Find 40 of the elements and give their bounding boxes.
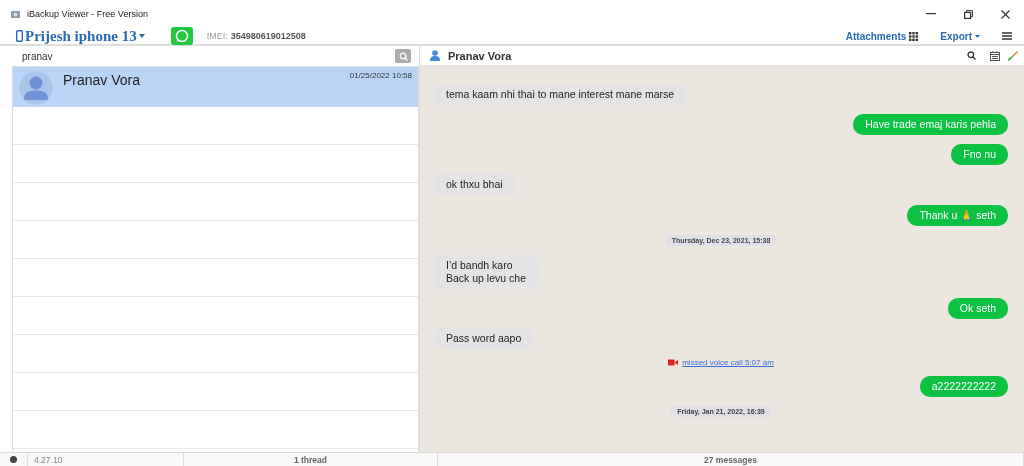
caret-icon	[138, 34, 145, 38]
minimize-icon[interactable]	[926, 13, 936, 15]
close-icon[interactable]	[1001, 9, 1010, 19]
search-icon[interactable]	[967, 51, 976, 60]
status-dot-icon	[10, 456, 17, 463]
chat-contact-name: Pranav Vora	[448, 49, 513, 62]
thread-time: 01/25/2022 10:58	[349, 71, 412, 80]
incoming-message: ok thxu bhai	[434, 174, 515, 196]
outgoing-message: Have trade emaj karis pehla	[853, 114, 1008, 136]
thread-item[interactable]: Pranav Vora 01/25/2022 10:58	[13, 67, 418, 107]
calendar-icon[interactable]	[990, 50, 1000, 61]
app-icon	[10, 8, 21, 20]
contact-name: Pranav Vora	[63, 71, 142, 88]
restore-icon[interactable]	[964, 9, 973, 19]
avatar-icon	[19, 71, 53, 105]
caret-icon	[975, 34, 980, 38]
incoming-message: Pass word aapo	[434, 328, 534, 350]
search-icon	[398, 51, 408, 61]
outgoing-message: Fno nu	[951, 144, 1008, 166]
message-count: 27 messages	[704, 454, 757, 465]
person-icon	[430, 50, 440, 61]
outgoing-message: a2222222222	[919, 376, 1008, 398]
phone-icon	[16, 30, 23, 42]
menu-icon[interactable]	[1002, 32, 1012, 40]
thread-count: 1 thread	[293, 454, 328, 465]
imei-value: 354980619012508	[230, 31, 306, 41]
outgoing-message: Ok seth	[947, 297, 1008, 319]
version-label: 4.27.10	[34, 454, 63, 465]
export-button[interactable]: Export	[940, 30, 980, 42]
grid-icon	[909, 31, 919, 41]
incoming-message: I’d bandh karo Back up levu che	[434, 254, 538, 289]
incoming-message: tema kaam nhi thai to mane interest mane marse	[434, 84, 687, 106]
brush-icon[interactable]	[1008, 50, 1018, 61]
outgoing-message: Thank u 🙏 seth	[907, 204, 1008, 226]
window-title: iBackup Viewer - Free Version	[27, 9, 149, 19]
video-camera-icon	[668, 359, 679, 367]
imei-label: IMEI:	[206, 31, 228, 41]
device-selector[interactable]: Prijesh iphone 13	[25, 27, 145, 45]
attachments-button[interactable]: Attachments	[845, 30, 919, 42]
missed-call-link[interactable]: missed voice call 5:07 am	[682, 358, 774, 368]
